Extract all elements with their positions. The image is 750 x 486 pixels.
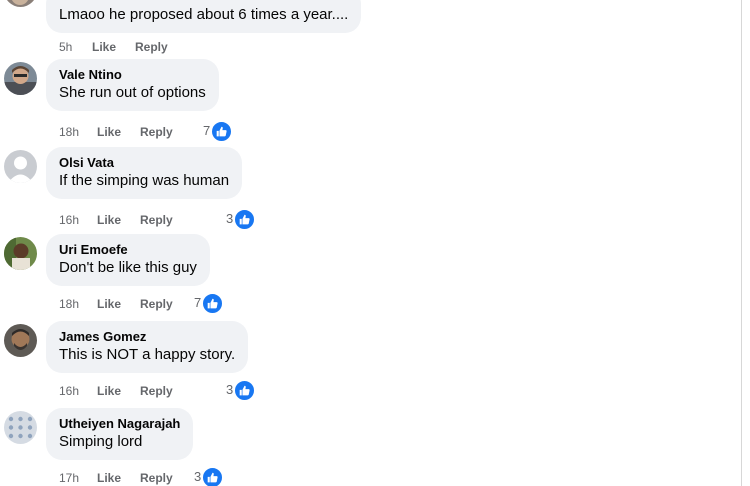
- comment-text: If the simping was human: [59, 172, 230, 189]
- comment-author[interactable]: Uri Emoefe: [59, 241, 197, 258]
- comment-author[interactable]: James Gomez: [59, 328, 235, 345]
- like-button[interactable]: Like: [97, 382, 121, 400]
- reaction-count[interactable]: 3: [194, 466, 224, 486]
- comment-author[interactable]: Utheiyen Nagarajah: [59, 415, 180, 432]
- comment-bubble: Lmaoo he proposed about 6 times a year..…: [46, 0, 362, 33]
- comment-bubble: Utheiyen Nagarajah Simping lord: [46, 408, 194, 460]
- comment-timestamp[interactable]: 5h: [59, 38, 72, 56]
- like-button[interactable]: Like: [97, 211, 121, 229]
- comment-timestamp[interactable]: 16h: [59, 211, 79, 229]
- comment-author[interactable]: Vale Ntino: [59, 66, 206, 83]
- comment-text: Lmaoo he proposed about 6 times a year..…: [59, 6, 349, 23]
- reply-button[interactable]: Reply: [140, 382, 173, 400]
- reply-button[interactable]: Reply: [140, 295, 173, 313]
- comment-bubble: Vale Ntino She run out of options: [46, 59, 219, 111]
- comment-bubble: James Gomez This is NOT a happy story.: [46, 321, 249, 373]
- like-button[interactable]: Like: [97, 295, 121, 313]
- reaction-count[interactable]: 3: [226, 208, 256, 230]
- comment-bubble: Uri Emoefe Don't be like this guy: [46, 234, 210, 286]
- avatar[interactable]: [4, 324, 37, 357]
- comment-text: This is NOT a happy story.: [59, 346, 236, 363]
- reaction-count-number: 3: [226, 382, 234, 397]
- default-avatar-icon[interactable]: [4, 150, 37, 183]
- reaction-count-number: 3: [226, 211, 234, 226]
- thumbs-up-icon: [202, 466, 224, 486]
- comment-bubble: Olsi Vata If the simping was human: [46, 147, 243, 199]
- comment-text: She run out of options: [59, 84, 206, 101]
- like-button[interactable]: Like: [92, 38, 116, 56]
- reply-button[interactable]: Reply: [140, 469, 173, 486]
- reply-button[interactable]: Reply: [140, 211, 173, 229]
- comment-author[interactable]: Olsi Vata: [59, 154, 229, 171]
- comment-timestamp[interactable]: 18h: [59, 295, 79, 313]
- like-button[interactable]: Like: [97, 123, 121, 141]
- thumbs-up-icon: [234, 379, 256, 401]
- reaction-count-number: 7: [194, 295, 202, 310]
- thumbs-up-icon: [234, 208, 256, 230]
- scroll-divider: [741, 0, 742, 486]
- comment-timestamp[interactable]: 16h: [59, 382, 79, 400]
- reaction-count-number: 7: [203, 123, 211, 138]
- avatar[interactable]: [4, 0, 37, 7]
- thumbs-up-icon: [202, 292, 224, 314]
- reply-button[interactable]: Reply: [135, 38, 168, 56]
- comment-timestamp[interactable]: 18h: [59, 123, 79, 141]
- reply-button[interactable]: Reply: [140, 123, 173, 141]
- avatar[interactable]: [4, 237, 37, 270]
- like-button[interactable]: Like: [97, 469, 121, 486]
- avatar[interactable]: [4, 411, 37, 444]
- comments-panel: Lmaoo he proposed about 6 times a year..…: [0, 0, 750, 486]
- comment-text: Simping lord: [59, 433, 143, 450]
- reaction-count-number: 3: [194, 469, 202, 484]
- reaction-count[interactable]: 7: [194, 292, 224, 314]
- comment-text: Don't be like this guy: [59, 259, 197, 276]
- avatar[interactable]: [4, 62, 37, 95]
- comment-timestamp[interactable]: 17h: [59, 469, 79, 486]
- reaction-count[interactable]: 7: [203, 120, 233, 142]
- thumbs-up-icon: [211, 120, 233, 142]
- reaction-count[interactable]: 3: [226, 379, 256, 401]
